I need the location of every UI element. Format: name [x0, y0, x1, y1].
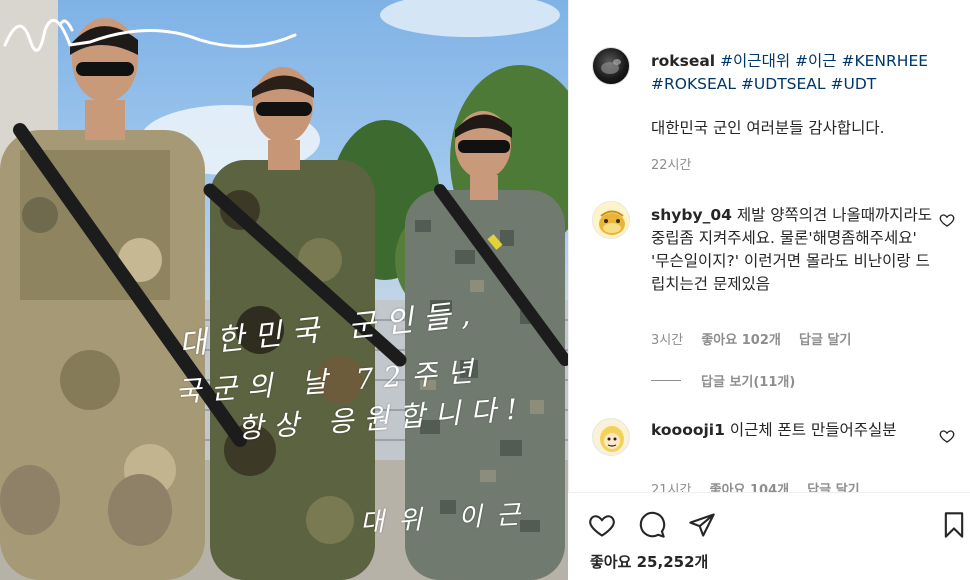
comment-text: kooooji1 이근체 폰트 만들어주실분 [651, 419, 936, 442]
hashtag-link[interactable]: #이근 [795, 52, 837, 70]
avatar-image-icon [601, 59, 621, 74]
post-username[interactable]: rokseal [651, 52, 715, 70]
cartoon-avatar-icon [599, 210, 625, 235]
replies-divider [651, 380, 681, 381]
view-replies-button[interactable]: 답글 보기(11개) [651, 371, 795, 390]
comment-username[interactable]: kooooji1 [651, 421, 725, 439]
comment-icon[interactable] [638, 511, 666, 539]
comment-likes[interactable]: 좋아요 102개 [701, 333, 781, 348]
hashtag-link[interactable]: #이근대위 [720, 52, 790, 70]
heart-icon[interactable] [588, 511, 616, 539]
paper-plane-icon[interactable] [688, 511, 716, 539]
post-caption: rokseal #이근대위 #이근 #KENRHEE #ROKSEAL #UDT… [651, 50, 941, 96]
hashtag-link[interactable]: #ROKSEAL [651, 75, 736, 93]
reply-button[interactable]: 답글 달기 [799, 333, 851, 348]
commenter-avatar[interactable] [592, 201, 630, 239]
comment-username[interactable]: shyby_04 [651, 206, 732, 224]
hashtag-link[interactable]: #KENRHEE [841, 52, 928, 70]
comment-meta: 3시간 좋아요 102개 답글 달기 [651, 329, 865, 348]
photo-scene [0, 0, 568, 580]
post-action-bar: 좋아요 25,252개 [568, 492, 970, 580]
comment-time[interactable]: 3시간 [651, 333, 683, 348]
likes-count[interactable]: 좋아요 25,252개 [590, 551, 708, 572]
comment-like-heart-icon[interactable] [939, 428, 955, 444]
hashtag-link[interactable]: #UDT [830, 75, 876, 93]
post-timestamp[interactable]: 22시간 [651, 154, 705, 173]
comment-like-heart-icon[interactable] [939, 212, 955, 228]
view-replies-label: 답글 보기(11개) [701, 375, 796, 390]
post-time[interactable]: 22시간 [651, 158, 691, 173]
comment-text: shyby_04 제발 양쪽의견 나올때까지라도 중립좀 지켜주세요. 물론'해… [651, 204, 936, 296]
hashtag-link[interactable]: #UDTSEAL [741, 75, 826, 93]
post-caption-body: 대한민국 군인 여러분들 감사합니다. [651, 119, 885, 137]
signature-stroke [3, 18, 297, 52]
bookmark-icon[interactable] [940, 511, 968, 539]
comment-body: 이근체 폰트 만들어주실분 [729, 421, 897, 439]
post-photo[interactable]: 대한민국 군인들, 국군의 날 72주년 항상 응원합니다! 대위 이근 [0, 0, 568, 580]
commenter-avatar[interactable] [592, 418, 630, 456]
avatar[interactable] [592, 47, 630, 85]
cartoon-avatar-icon [600, 426, 624, 452]
